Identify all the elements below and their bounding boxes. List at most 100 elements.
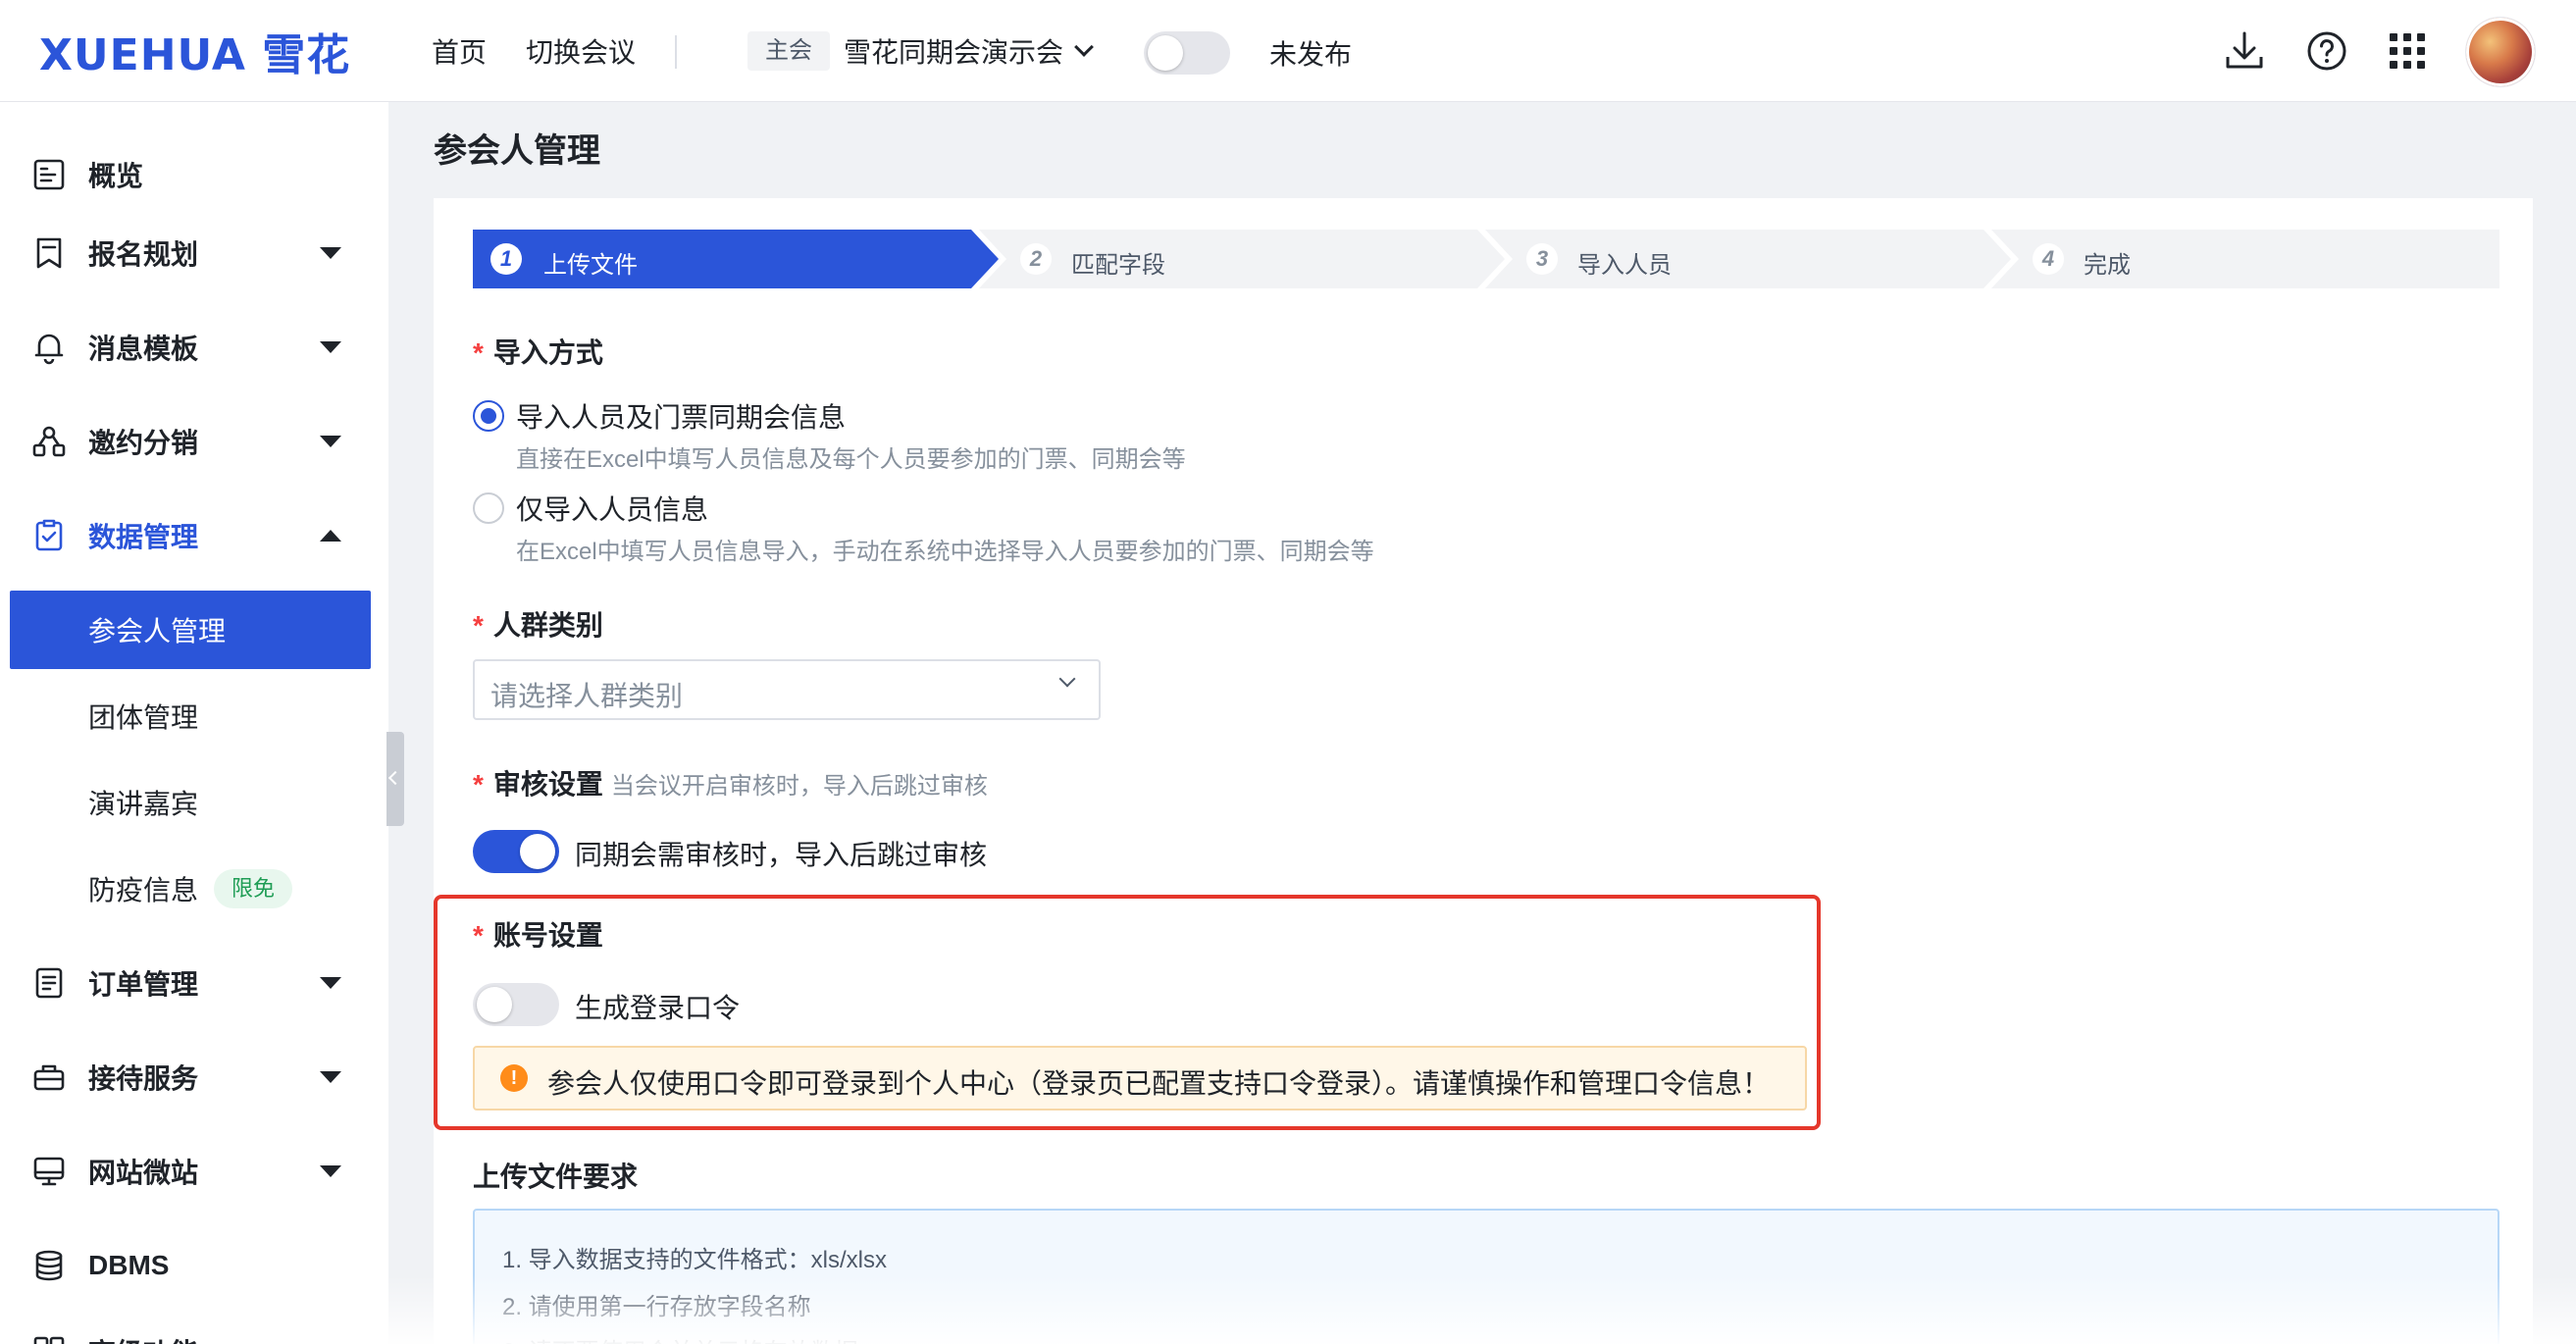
import-method-label: * 导入方式 bbox=[473, 337, 603, 368]
sidebar-subitem-label: 防疫信息 bbox=[88, 875, 199, 905]
requirement-line: 2. 请使用第一行存放字段名称 bbox=[502, 1294, 811, 1320]
nav-switch-meeting-link[interactable]: 切换会议 bbox=[526, 31, 636, 71]
database-icon bbox=[35, 1250, 63, 1281]
step-label: 导入人员 bbox=[1577, 252, 1672, 279]
sidebar-subitem-speakers[interactable]: 演讲嘉宾 bbox=[10, 763, 371, 842]
page-title: 参会人管理 bbox=[434, 132, 600, 170]
reception-icon bbox=[33, 1064, 65, 1091]
sidebar-subitem-label: 参会人管理 bbox=[88, 616, 227, 646]
group-category-label: * 人群类别 bbox=[473, 610, 603, 641]
upload-requirements-title: 上传文件要求 bbox=[473, 1162, 639, 1192]
step-match-fields: 2 匹配字段 bbox=[979, 230, 1505, 288]
radio-description: 在Excel中填写人员信息导入，手动在系统中选择导入人员要参加的门票、同期会等 bbox=[516, 539, 1374, 565]
sidebar-item-dbms[interactable]: DBMS bbox=[0, 1236, 373, 1295]
sidebar-subitem-attendee-management[interactable]: 参会人管理 bbox=[10, 591, 371, 669]
sidebar-collapse-handle[interactable] bbox=[386, 732, 404, 826]
sidebar-item-label: 概览 bbox=[88, 161, 144, 191]
requirement-line: 3. 请不要使用合并单元格存放数据 bbox=[502, 1332, 858, 1344]
sidebar-subitem-label: 演讲嘉宾 bbox=[88, 789, 199, 819]
login-token-switch-label: 生成登录口令 bbox=[575, 993, 741, 1023]
sidebar-subitem-epidemic-info[interactable]: 防疫信息 限免 bbox=[10, 850, 371, 928]
step-number: 1 bbox=[490, 243, 522, 275]
meeting-name: 雪花同期会演示会 bbox=[844, 37, 1064, 68]
chevron-down-icon bbox=[1058, 670, 1076, 688]
sidebar-subitem-label: 团体管理 bbox=[88, 702, 199, 733]
sidebar-item-data-management[interactable]: 数据管理 bbox=[0, 506, 373, 565]
upload-requirements-box: 1. 导入数据支持的文件格式：xls/xlsx 2. 请使用第一行存放字段名称 … bbox=[473, 1209, 2499, 1344]
radio-import-with-tickets[interactable]: 导入人员及门票同期会信息 bbox=[473, 396, 846, 436]
group-category-select[interactable]: 请选择人群类别 bbox=[473, 659, 1101, 720]
sidebar-item-website[interactable]: 网站微站 bbox=[0, 1142, 373, 1201]
review-setting-label: * 审核设置 当会议开启审核时，导入后跳过审核 bbox=[473, 769, 988, 800]
publish-toggle[interactable] bbox=[1144, 31, 1230, 75]
import-steps: 1 上传文件 2 匹配字段 3 导入人员 4 完成 bbox=[473, 230, 2499, 288]
sidebar-item-order-management[interactable]: 订单管理 bbox=[0, 954, 373, 1012]
nav-home-link[interactable]: 首页 bbox=[432, 31, 487, 71]
sidebar-subitem-group-management[interactable]: 团体管理 bbox=[10, 677, 371, 755]
radio-label: 导入人员及门票同期会信息 bbox=[516, 402, 847, 433]
caret-down-icon bbox=[320, 977, 341, 989]
nav-divider bbox=[675, 35, 677, 69]
sidebar-item-label: 消息模板 bbox=[88, 334, 199, 364]
sidebar-item-label: 高级功能 bbox=[88, 1332, 198, 1344]
help-icon[interactable] bbox=[2303, 27, 2350, 75]
step-upload-file: 1 上传文件 bbox=[473, 230, 999, 288]
radio-label: 仅导入人员信息 bbox=[516, 494, 709, 525]
sidebar-item-label: 邀约分销 bbox=[88, 428, 199, 458]
order-icon bbox=[35, 967, 63, 999]
sidebar-item-overview[interactable]: 概览 bbox=[0, 145, 373, 204]
radio-unselected-icon[interactable] bbox=[473, 492, 504, 524]
account-setting-label: * 账号设置 bbox=[473, 920, 603, 951]
caret-down-icon bbox=[320, 1165, 341, 1177]
data-clipboard-icon bbox=[35, 519, 63, 551]
sidebar-item-label: 数据管理 bbox=[88, 522, 199, 552]
warning-icon: ! bbox=[500, 1064, 528, 1092]
overview-icon bbox=[33, 159, 65, 190]
warning-text: 参会人仅使用口令即可登录到个人中心（登录页已配置支持口令登录）。请谨慎操作和管理… bbox=[547, 1068, 1771, 1099]
monitor-icon bbox=[33, 1157, 65, 1186]
caret-up-icon bbox=[320, 530, 341, 542]
main-meeting-tag: 主会 bbox=[747, 31, 830, 71]
step-label: 完成 bbox=[2084, 252, 2131, 279]
step-label: 匹配字段 bbox=[1071, 252, 1165, 279]
import-card: 1 上传文件 2 匹配字段 3 导入人员 4 完成 * 导入方式 导入人员及门票同… bbox=[434, 198, 2533, 1344]
user-avatar[interactable] bbox=[2466, 18, 2535, 86]
token-warning-alert: ! 参会人仅使用口令即可登录到个人中心（登录页已配置支持口令登录）。请谨慎操作和… bbox=[473, 1046, 1807, 1111]
step-number: 3 bbox=[1526, 243, 1558, 275]
step-complete: 4 完成 bbox=[1991, 230, 2499, 288]
skip-review-switch[interactable] bbox=[473, 830, 559, 873]
free-badge: 限免 bbox=[214, 869, 293, 908]
step-import-people: 3 导入人员 bbox=[1485, 230, 2011, 288]
requirement-line: 1. 导入数据支持的文件格式：xls/xlsx bbox=[502, 1247, 888, 1273]
publish-status-text: 未发布 bbox=[1269, 39, 1353, 70]
select-placeholder: 请选择人群类别 bbox=[490, 681, 684, 711]
apps-grid-icon[interactable] bbox=[2384, 27, 2431, 75]
registration-icon bbox=[36, 237, 62, 269]
sidebar-item-message-template[interactable]: 消息模板 bbox=[0, 318, 373, 377]
caret-down-icon bbox=[320, 341, 341, 353]
radio-selected-icon[interactable] bbox=[473, 400, 504, 432]
step-label: 上传文件 bbox=[543, 252, 638, 279]
share-network-icon bbox=[32, 426, 66, 457]
step-number: 2 bbox=[1020, 243, 1052, 275]
grid-icon bbox=[33, 1336, 65, 1344]
download-icon[interactable] bbox=[2221, 27, 2268, 75]
sidebar-item-registration[interactable]: 报名规划 bbox=[0, 224, 373, 283]
sidebar-item-invitation[interactable]: 邀约分销 bbox=[0, 412, 373, 471]
sidebar-item-reception[interactable]: 接待服务 bbox=[0, 1048, 373, 1107]
sidebar-item-label: 报名规划 bbox=[88, 239, 199, 270]
sidebar-item-label: DBMS bbox=[88, 1250, 170, 1280]
chevron-down-icon bbox=[1074, 37, 1094, 57]
bell-icon bbox=[34, 334, 64, 365]
meeting-selector[interactable]: 雪花同期会演示会 bbox=[844, 29, 1094, 73]
sidebar-item-label: 网站微站 bbox=[88, 1158, 199, 1188]
brand-logo[interactable]: XUEHUA 雪花 bbox=[39, 22, 350, 80]
caret-down-icon bbox=[320, 436, 341, 447]
skip-review-switch-label: 同期会需审核时，导入后跳过审核 bbox=[575, 840, 988, 870]
radio-description: 直接在Excel中填写人员信息及每个人员要参加的门票、同期会等 bbox=[516, 446, 1186, 473]
radio-import-people-only[interactable]: 仅导入人员信息 bbox=[473, 489, 708, 528]
step-number: 4 bbox=[2033, 243, 2064, 275]
sidebar: 概览 报名规划 消息模板 邀约分销 数据管理 参会人管理 团体管理 演讲嘉宾 防… bbox=[0, 102, 388, 1344]
sidebar-item-advanced[interactable]: 高级功能 bbox=[0, 1322, 373, 1344]
login-token-switch[interactable] bbox=[473, 983, 559, 1026]
